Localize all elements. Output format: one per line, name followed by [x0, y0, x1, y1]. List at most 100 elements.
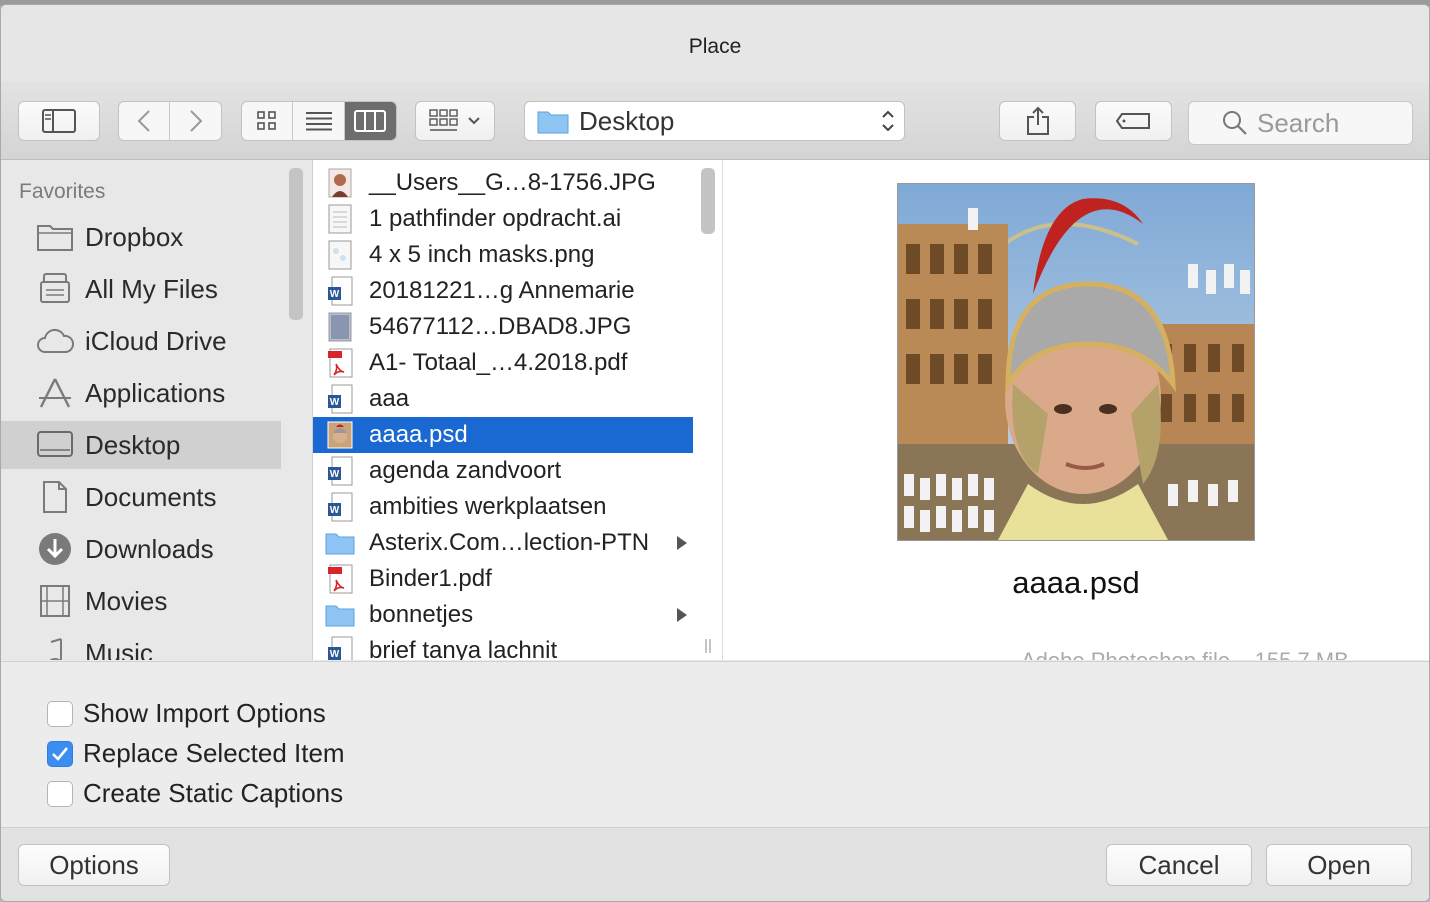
- share-icon: [1026, 106, 1049, 135]
- sidebar: Favorites Dropbox All My Files iCloud Dr…: [1, 160, 313, 660]
- file-row[interactable]: A1- Totaal_…4.2018.pdf: [313, 345, 693, 381]
- file-name: Binder1.pdf: [369, 565, 492, 592]
- png-file-icon: [325, 240, 355, 270]
- illustrator-file-icon: [325, 204, 355, 234]
- file-row[interactable]: W agenda zandvoort: [313, 453, 693, 489]
- file-row[interactable]: W brief tanya lachnit: [313, 633, 693, 660]
- grid-icon: [257, 111, 276, 130]
- svg-text:W: W: [330, 649, 340, 660]
- list-view-button[interactable]: [293, 102, 345, 140]
- cancel-button[interactable]: Cancel: [1106, 844, 1252, 886]
- column-resize-handle[interactable]: [703, 638, 713, 654]
- checkbox-box[interactable]: [47, 700, 73, 727]
- options-button[interactable]: Options: [18, 844, 170, 886]
- applications-icon: [35, 375, 75, 411]
- icon-view-button[interactable]: [242, 102, 294, 140]
- sidebar-item-documents[interactable]: Documents: [1, 473, 281, 521]
- sidebar-item-label: Desktop: [85, 429, 181, 460]
- file-row[interactable]: 1 pathfinder opdracht.ai: [313, 201, 693, 237]
- file-row[interactable]: 54677112…DBAD8.JPG: [313, 309, 693, 345]
- tags-button[interactable]: [1095, 101, 1172, 141]
- folder-icon: [35, 219, 75, 255]
- column-view-button[interactable]: [344, 102, 396, 140]
- sidebar-section-favorites: Favorites: [19, 180, 106, 203]
- word-document-icon: W: [325, 384, 355, 414]
- create-static-captions-checkbox[interactable]: Create Static Captions: [47, 778, 343, 809]
- word-document-icon: W: [325, 456, 355, 486]
- word-document-icon: W: [325, 492, 355, 522]
- sidebar-item-downloads[interactable]: Downloads: [1, 525, 281, 573]
- arrange-popup-button[interactable]: [415, 101, 495, 141]
- file-row[interactable]: W 20181221…g Annemarie: [313, 273, 693, 309]
- sidebar-scrollbar[interactable]: [289, 168, 303, 320]
- sidebar-item-music[interactable]: Music: [1, 629, 281, 660]
- checkbox-label: Create Static Captions: [83, 778, 344, 808]
- search-placeholder: Search: [1257, 107, 1340, 138]
- folder-icon: [537, 111, 569, 134]
- history-nav: [118, 101, 222, 141]
- share-button[interactable]: [999, 101, 1076, 141]
- sidebar-item-label: Music: [85, 637, 153, 661]
- desktop-icon: [35, 427, 75, 463]
- sidebar-item-dropbox[interactable]: Dropbox: [1, 213, 281, 261]
- file-row[interactable]: Asterix.Com…lection-PTN: [313, 525, 693, 561]
- word-document-icon: W: [325, 636, 355, 660]
- dialog-footer: Options Cancel Open: [1, 827, 1429, 901]
- file-row[interactable]: 4 x 5 inch masks.png: [313, 237, 693, 273]
- checkbox-label: Show Import Options: [83, 698, 326, 728]
- file-column: __Users__G…8-1756.JPG 1 pathfinder opdra…: [313, 160, 723, 660]
- disclosure-arrow-icon: [677, 536, 687, 550]
- image-thumbnail-icon: [325, 312, 355, 342]
- search-icon: [1223, 111, 1247, 135]
- file-list: __Users__G…8-1756.JPG 1 pathfinder opdra…: [313, 160, 693, 660]
- sidebar-item-label: Applications: [85, 377, 226, 408]
- updown-chevron-icon: [882, 110, 894, 132]
- show-import-options-checkbox[interactable]: Show Import Options: [47, 698, 326, 729]
- svg-text:W: W: [330, 397, 340, 408]
- file-name: aaa: [369, 385, 410, 412]
- file-row-selected[interactable]: aaaa.psd: [313, 417, 693, 453]
- pdf-file-icon: [325, 348, 355, 378]
- sidebar-toggle-button[interactable]: [18, 101, 100, 141]
- svg-text:W: W: [330, 505, 340, 516]
- sidebar-item-label: Documents: [85, 481, 217, 512]
- sidebar-item-icloud-drive[interactable]: iCloud Drive: [1, 317, 281, 365]
- open-button[interactable]: Open: [1266, 844, 1412, 886]
- file-list-scrollbar[interactable]: [701, 168, 715, 234]
- file-name: 1 pathfinder opdracht.ai: [369, 205, 622, 232]
- sidebar-item-label: Dropbox: [85, 221, 184, 252]
- checkbox-box-checked[interactable]: [47, 740, 73, 767]
- svg-text:W: W: [330, 469, 340, 480]
- arrange-grid-icon: [429, 109, 458, 131]
- forward-button[interactable]: [170, 102, 221, 140]
- chevron-right-icon: [189, 110, 202, 132]
- document-icon: [35, 479, 75, 515]
- sidebar-item-label: Downloads: [85, 533, 214, 564]
- preview-file-info: Adobe Photoshop file – 155.7 MB: [1021, 648, 1349, 660]
- back-button[interactable]: [119, 102, 171, 140]
- file-name: A1- Totaal_…4.2018.pdf: [369, 349, 628, 376]
- sidebar-item-applications[interactable]: Applications: [1, 369, 281, 417]
- sidebar-item-label: Movies: [85, 585, 168, 616]
- sidebar-item-all-my-files[interactable]: All My Files: [1, 265, 281, 313]
- file-name: Asterix.Com…lection-PTN: [369, 529, 650, 556]
- checkbox-box[interactable]: [47, 780, 73, 807]
- sidebar-item-movies[interactable]: Movies: [1, 577, 281, 625]
- replace-selected-item-checkbox[interactable]: Replace Selected Item: [47, 738, 345, 769]
- file-row[interactable]: Binder1.pdf: [313, 561, 693, 597]
- path-popup[interactable]: Desktop: [524, 101, 905, 141]
- psd-thumbnail-icon: [325, 420, 355, 450]
- toolbar: Desktop Search: [1, 81, 1429, 160]
- file-name: brief tanya lachnit: [369, 637, 558, 660]
- file-row[interactable]: W ambities werkplaatsen: [313, 489, 693, 525]
- image-thumbnail-icon: [325, 168, 355, 198]
- search-field[interactable]: Search: [1188, 101, 1413, 145]
- folder-icon: [325, 600, 355, 630]
- file-row[interactable]: __Users__G…8-1756.JPG: [313, 165, 693, 201]
- place-dialog: Place Desktop Search Favorites Dropbox A…: [0, 4, 1430, 902]
- preview-file-name: aaaa.psd: [1012, 565, 1140, 600]
- sidebar-icon: [42, 109, 76, 133]
- file-row[interactable]: bonnetjes: [313, 597, 693, 633]
- sidebar-item-desktop[interactable]: Desktop: [1, 421, 281, 469]
- file-row[interactable]: W aaa: [313, 381, 693, 417]
